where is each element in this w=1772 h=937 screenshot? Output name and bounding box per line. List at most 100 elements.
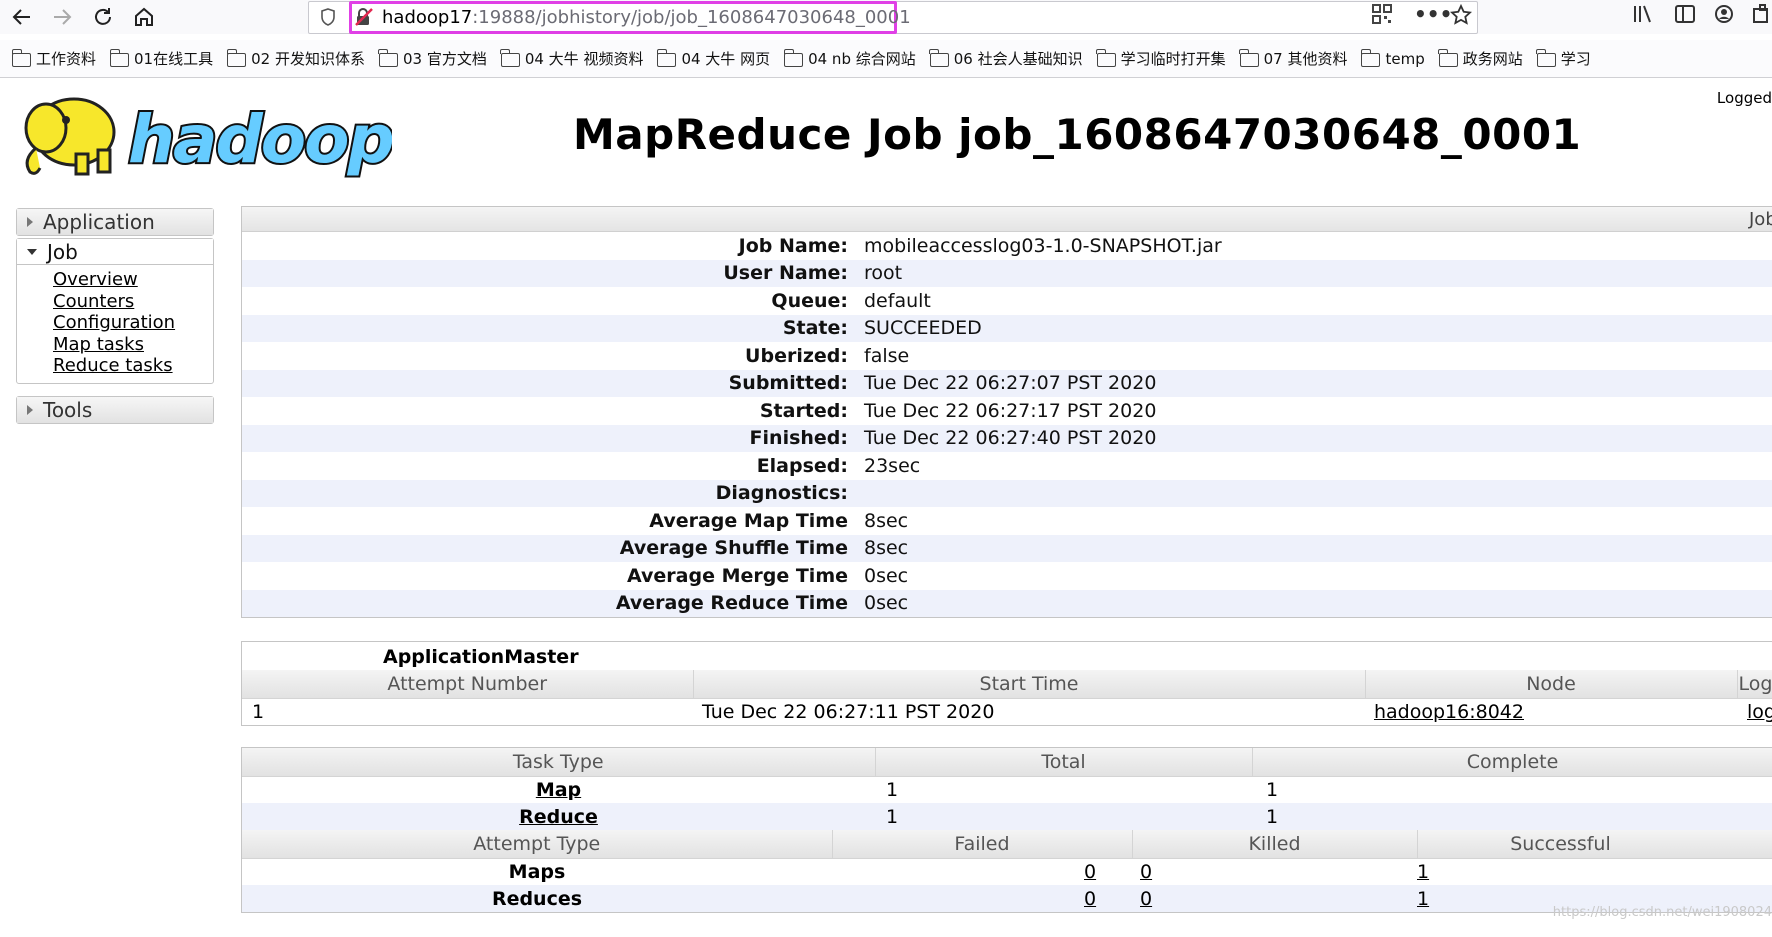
job-info-row: Average Shuffle Time 8sec [242, 534, 1772, 562]
sidebar-item-application[interactable]: Application [17, 209, 213, 235]
killed-maps-link[interactable]: 0 [1140, 861, 1152, 883]
job-info-value: 8sec [864, 537, 909, 560]
sidebar-job-section: Job Overview Counters Configuration Map … [16, 238, 214, 384]
job-info-row: Uberized: false [242, 342, 1772, 370]
link-map-tasks[interactable]: Map tasks [53, 334, 213, 356]
bookmark-label: 02 开发知识体系 [251, 50, 365, 68]
insecure-lock-icon[interactable] [354, 7, 374, 27]
task-type-map-link[interactable]: Map [536, 779, 581, 801]
forward-icon[interactable] [48, 4, 76, 30]
expanded-arrow-icon [27, 248, 37, 255]
bookmark-folder[interactable]: 04 大牛 视频资料 [500, 48, 644, 69]
bookmark-label: 04 nb 综合网站 [808, 50, 916, 68]
bookmark-folder[interactable]: 04 nb 综合网站 [783, 48, 916, 69]
folder-icon [656, 48, 677, 67]
successful-reduces-link[interactable]: 1 [1417, 888, 1429, 910]
qr-code-icon[interactable] [1372, 4, 1392, 29]
hadoop-logo: hadoop [24, 97, 392, 180]
bookmark-label: 学习 [1560, 50, 1591, 68]
reload-icon[interactable] [89, 4, 117, 30]
failed-reduces-link[interactable]: 0 [1084, 888, 1096, 910]
column-header[interactable]: Complete [1252, 748, 1772, 777]
attempt-type-table: Attempt Type Failed Killed Successful Ma… [242, 830, 1772, 912]
folder-icon [1239, 48, 1259, 67]
column-header[interactable]: Successful [1417, 830, 1772, 859]
job-info-row: Average Merge Time 0sec [242, 562, 1772, 590]
job-info-panel: Job Job Name: mobileaccesslog03-1.0-SNAPS… [241, 206, 1772, 618]
link-overview[interactable]: Overview [53, 269, 213, 291]
bookmark-folder[interactable]: 01在线工具 [109, 48, 214, 69]
job-info-label: Finished: [749, 427, 848, 450]
bookmark-folder[interactable]: 学习 [1536, 48, 1591, 69]
bookmark-label: 04 大牛 网页 [681, 50, 771, 68]
job-info-value: false [864, 344, 910, 367]
sidebar-item-job[interactable]: Job [17, 239, 213, 265]
column-header[interactable]: Start Time [693, 670, 1366, 699]
link-configuration[interactable]: Configuration [53, 312, 213, 334]
job-info-row: Average Reduce Time 0sec [242, 589, 1772, 617]
job-info-row: Queue: default [242, 287, 1772, 315]
bookmark-folder[interactable]: 02 开发知识体系 [226, 48, 365, 69]
successful-maps-link[interactable]: 1 [1417, 861, 1429, 883]
application-master-table: Attempt Number Start Time Node Logs 1 Tu… [242, 670, 1772, 725]
account-icon[interactable] [1714, 4, 1734, 29]
column-header[interactable]: Node [1365, 670, 1738, 699]
collapsed-arrow-icon [27, 405, 33, 415]
bookmark-folder[interactable]: temp [1360, 48, 1425, 68]
folder-icon [783, 48, 804, 67]
column-header[interactable]: Failed [832, 830, 1133, 859]
url-text[interactable]: hadoop17:19888/jobhistory/job/job_160864… [382, 7, 911, 28]
job-info-row: State: SUCCEEDED [242, 314, 1772, 342]
column-header[interactable]: Attempt Type [242, 830, 833, 859]
bookmark-label: 04 大牛 视频资料 [524, 50, 644, 68]
extensions-icon[interactable] [1752, 4, 1772, 29]
sidebar-item-tools[interactable]: Tools [17, 397, 213, 423]
column-header[interactable]: Task Type [242, 748, 876, 777]
attempt-number: 1 [252, 700, 265, 723]
job-info-label: Average Reduce Time [615, 592, 848, 615]
column-header[interactable]: Attempt Number [242, 670, 694, 699]
bookmark-folder[interactable]: 学习临时打开集 [1096, 48, 1226, 69]
bookmark-star-icon[interactable] [1449, 3, 1473, 31]
node-link[interactable]: hadoop16:8042 [1374, 701, 1524, 723]
bookmark-folder[interactable]: 06 社会人基础知识 [929, 48, 1083, 69]
shield-icon[interactable] [320, 8, 336, 26]
job-info-row: Started: Tue Dec 22 06:27:17 PST 2020 [242, 397, 1772, 425]
job-info-label: Uberized: [745, 344, 848, 367]
attempt-type: Reduces [242, 885, 832, 912]
job-info-label: Diagnostics: [715, 482, 848, 505]
failed-maps-link[interactable]: 0 [1084, 861, 1096, 883]
bookmark-folder[interactable]: 政务网站 [1438, 48, 1523, 69]
sidebar-toggle-icon[interactable] [1674, 4, 1696, 29]
folder-icon [929, 48, 949, 67]
bookmark-label: 01在线工具 [134, 50, 214, 68]
bookmark-folder[interactable]: 04 大牛 网页 [656, 48, 771, 69]
column-header[interactable]: Killed [1132, 830, 1418, 859]
link-reduce-tasks[interactable]: Reduce tasks [53, 355, 213, 377]
sidebar-application-section[interactable]: Application [16, 208, 214, 236]
back-icon[interactable] [8, 4, 36, 30]
killed-reduces-link[interactable]: 0 [1140, 888, 1152, 910]
link-counters[interactable]: Counters [53, 291, 213, 313]
application-master-caption: ApplicationMaster [383, 646, 579, 668]
job-info-label: Average Shuffle Time [619, 537, 848, 560]
library-icon[interactable] [1632, 4, 1654, 29]
page-actions-icon[interactable]: ••• [1414, 2, 1452, 26]
application-master-panel: ApplicationMaster Attempt Number Start T… [241, 641, 1772, 726]
logs-link[interactable]: logs [1747, 701, 1772, 723]
home-icon[interactable] [130, 4, 158, 30]
job-info-row: Submitted: Tue Dec 22 06:27:07 PST 2020 [242, 369, 1772, 397]
column-header[interactable]: Logs [1737, 670, 1772, 699]
job-info-label: Queue: [771, 289, 848, 312]
folder-icon [500, 48, 520, 67]
task-type-reduce-link[interactable]: Reduce [519, 806, 598, 828]
tasks-summary-panel: Task Type Total Complete Map 1 1 Reduce … [241, 747, 1772, 913]
bookmark-folder[interactable]: 工作资料 [11, 48, 96, 69]
column-header[interactable]: Total [875, 748, 1253, 777]
collapsed-arrow-icon [27, 217, 33, 227]
job-info-value: SUCCEEDED [864, 317, 982, 340]
bookmark-folder[interactable]: 03 官方文档 [378, 48, 487, 69]
job-info-row: User Name: root [242, 259, 1772, 287]
sidebar-tools-section[interactable]: Tools [16, 396, 214, 424]
bookmark-folder[interactable]: 07 其他资料 [1239, 48, 1347, 69]
